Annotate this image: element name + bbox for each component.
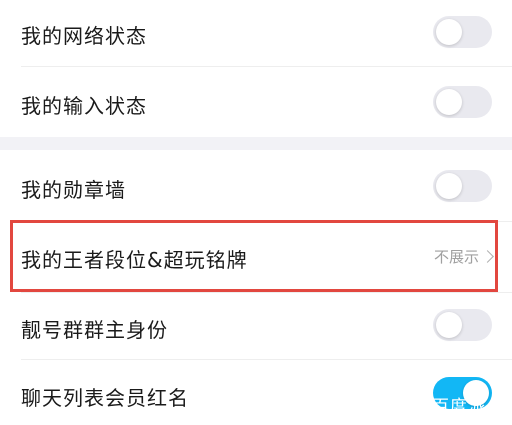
- settings-screen: 我的网络状态 我的输入状态 我的勋章墙 我的王者段位&超玩铭牌 不展示 靓号群群…: [0, 0, 512, 425]
- medal-wall-toggle[interactable]: [433, 170, 492, 202]
- setting-label-vip-red-name: 聊天列表会员红名: [21, 386, 189, 410]
- section-gap: [0, 137, 512, 150]
- setting-row-group-owner[interactable]: 靓号群群主身份: [0, 292, 512, 360]
- setting-label-group-owner: 靓号群群主身份: [21, 318, 168, 342]
- setting-row-network-status[interactable]: 我的网络状态: [0, 0, 512, 67]
- setting-label-medal-wall: 我的勋章墙: [21, 178, 126, 202]
- toggle-knob: [436, 19, 462, 45]
- toggle-knob: [436, 173, 462, 199]
- setting-label-king-rank: 我的王者段位&超玩铭牌: [21, 248, 248, 272]
- group-owner-toggle[interactable]: [433, 309, 492, 341]
- setting-label-network-status: 我的网络状态: [21, 24, 147, 48]
- setting-row-input-status[interactable]: 我的输入状态: [0, 67, 512, 137]
- row-divider: [21, 292, 512, 293]
- king-rank-detail-text: 不展示: [433, 248, 479, 266]
- toggle-knob: [436, 89, 462, 115]
- chevron-right-icon: [481, 250, 494, 263]
- king-rank-detail[interactable]: 不展示: [433, 246, 494, 267]
- input-status-toggle[interactable]: [433, 86, 492, 118]
- toggle-knob: [436, 312, 462, 338]
- network-status-toggle[interactable]: [433, 16, 492, 48]
- setting-row-king-rank[interactable]: 我的王者段位&超玩铭牌 不展示: [0, 222, 512, 292]
- setting-row-medal-wall[interactable]: 我的勋章墙: [0, 150, 512, 222]
- setting-label-input-status: 我的输入状态: [21, 94, 147, 118]
- watermark-text: 百度派: [432, 397, 486, 417]
